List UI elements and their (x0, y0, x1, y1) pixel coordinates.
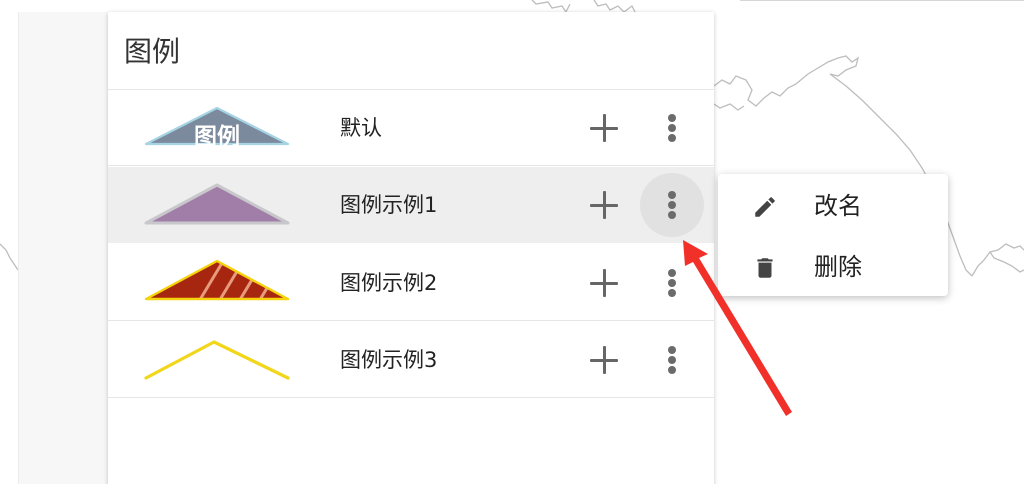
divider (108, 397, 714, 398)
more-options-button[interactable] (640, 251, 704, 315)
add-button[interactable] (584, 340, 624, 380)
menu-item-label: 改名 (814, 192, 862, 220)
more-options-button[interactable] (640, 328, 704, 392)
legend-item-label: 图例示例3 (340, 348, 438, 372)
more-options-button[interactable] (640, 96, 704, 160)
more-options-button[interactable] (640, 173, 704, 237)
legend-item-default[interactable]: 图例 默认 (108, 90, 714, 166)
menu-item-label: 删除 (814, 253, 862, 281)
menu-item-delete[interactable]: 删除 (718, 237, 948, 297)
add-button[interactable] (584, 185, 624, 225)
swatch-label-text: 图例 (194, 124, 240, 150)
trash-icon (757, 258, 773, 278)
legend-item-label: 默认 (340, 116, 382, 140)
legend-swatch-example-1 (144, 183, 290, 225)
legend-item-example-2[interactable]: 图例示例2 (108, 245, 714, 321)
panel-title: 图例 (124, 35, 181, 68)
add-button[interactable] (584, 108, 624, 148)
legend-swatch-example-2 (144, 259, 290, 301)
side-strip (18, 12, 111, 484)
divider (108, 320, 714, 321)
legend-swatch-default: 图例 (144, 106, 290, 150)
legend-item-example-3[interactable]: 图例示例3 (108, 322, 714, 398)
map-view[interactable]: 图例 图例 默认 图例示例1 图例示例2 图例示例3 改名 删除 (0, 0, 1024, 484)
add-button[interactable] (584, 263, 624, 303)
legend-swatch-example-3 (144, 340, 290, 380)
pencil-icon (755, 197, 775, 217)
context-menu: 改名 删除 (718, 174, 948, 296)
legend-panel: 图例 图例 默认 图例示例1 图例示例2 图例示例3 (108, 12, 714, 484)
divider (108, 165, 714, 166)
menu-item-rename[interactable]: 改名 (718, 176, 948, 236)
legend-item-example-1[interactable]: 图例示例1 (108, 167, 714, 243)
legend-item-label: 图例示例2 (340, 271, 438, 295)
legend-item-label: 图例示例1 (340, 193, 438, 217)
